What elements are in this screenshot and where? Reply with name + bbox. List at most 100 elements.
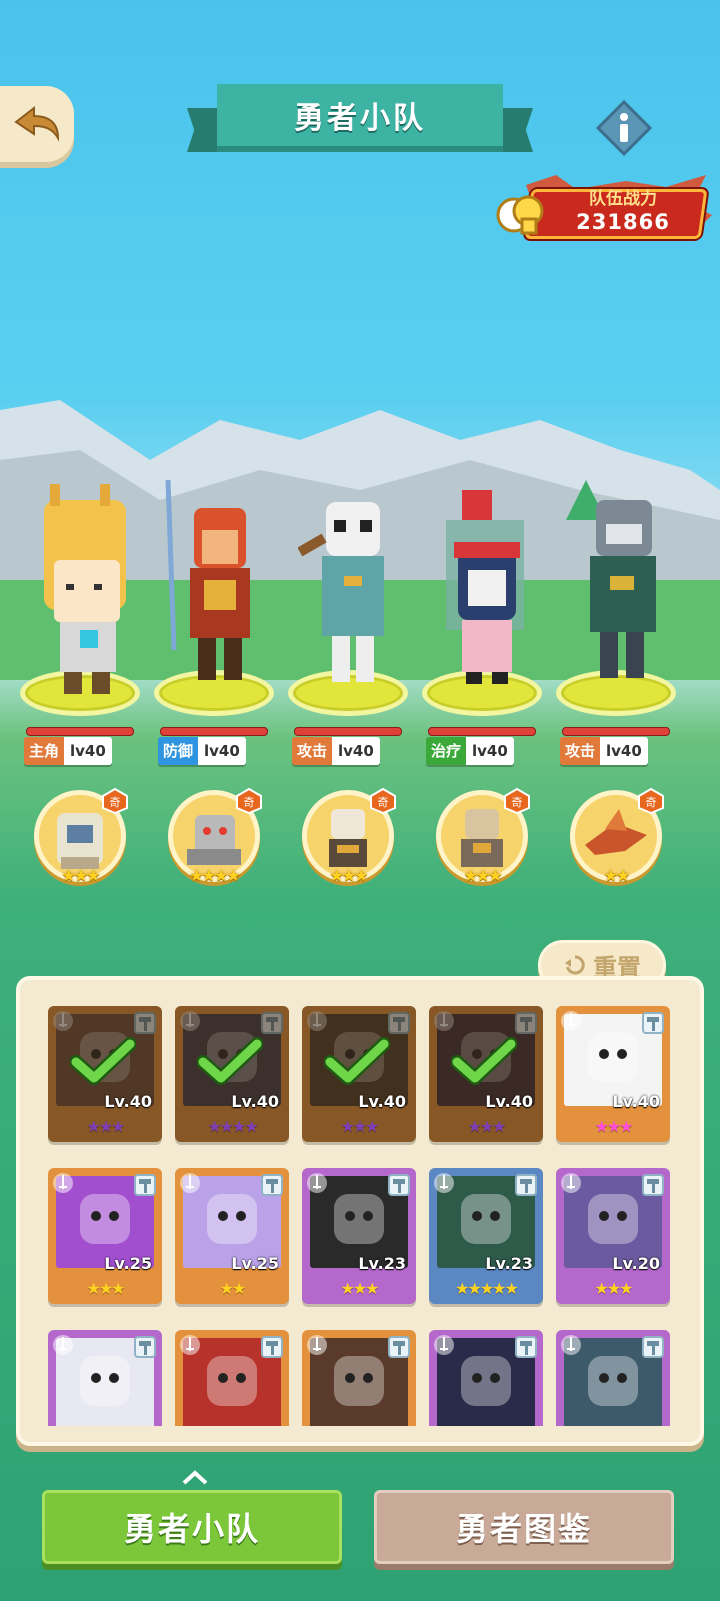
pet-badge-icon: 奇 <box>638 788 664 814</box>
hero-role-label: 主角 <box>24 737 65 765</box>
hero-level-label: lv40 <box>332 737 380 765</box>
team-power-label: 队伍战力 <box>589 189 657 209</box>
hero-card[interactable]: Lv.23 ★★★ <box>302 1168 416 1304</box>
hammer-icon <box>515 1336 537 1358</box>
hero-card[interactable] <box>556 1330 670 1426</box>
hammer-icon <box>134 1174 156 1196</box>
hero-card[interactable] <box>302 1330 416 1426</box>
hero-card-stars: ★★★★ <box>207 1117 258 1136</box>
hammer-icon <box>515 1174 537 1196</box>
page-title: 勇者小队 <box>217 84 503 146</box>
sword-class-icon <box>434 1335 454 1355</box>
hero-card[interactable]: Lv.40 ★★★ <box>429 1006 543 1142</box>
hero-card-level: Lv.23 <box>485 1254 533 1273</box>
pet-badge-icon: 奇 <box>236 788 262 814</box>
team-power-banner: 队伍战力 231866 <box>496 175 716 245</box>
sword-class-icon <box>561 1173 581 1193</box>
hero-panda-avatar <box>298 502 384 682</box>
sword-class-icon <box>307 1335 327 1355</box>
hero-card-level: Lv.40 <box>485 1092 533 1111</box>
hammer-icon <box>642 1174 664 1196</box>
hero-role-label: 防御 <box>158 737 199 765</box>
hero-card-stars: ★★★★★ <box>455 1279 519 1298</box>
tab-hero-team[interactable]: 勇者小队 <box>42 1490 342 1564</box>
svg-text:奇: 奇 <box>512 796 523 809</box>
checkmark-icon <box>70 1037 136 1085</box>
back-arrow-icon <box>14 105 60 142</box>
chevron-up-icon <box>182 1470 208 1485</box>
hammer-icon <box>388 1174 410 1196</box>
hero-level-label: lv40 <box>64 737 112 765</box>
back-button[interactable] <box>0 86 74 162</box>
tab-hero-codex-label: 勇者图鉴 <box>455 1510 592 1548</box>
title-ribbon: 勇者小队 <box>187 84 533 158</box>
hero-level-label: lv40 <box>600 737 648 765</box>
pet-badge-icon: 奇 <box>504 788 530 814</box>
pet-stars: ★★★ <box>463 866 502 885</box>
hero-card[interactable]: Lv.40 ★★★ <box>302 1006 416 1142</box>
svg-text:奇: 奇 <box>646 796 657 809</box>
sword-class-icon <box>561 1011 581 1031</box>
hero-card-level: Lv.40 <box>358 1092 406 1111</box>
checkmark-icon <box>324 1037 390 1085</box>
tab-hero-team-label: 勇者小队 <box>123 1510 260 1548</box>
hammer-icon <box>261 1336 283 1358</box>
hero-card[interactable]: Lv.25 ★★★ <box>48 1168 162 1304</box>
hero-giraffe-avatar <box>44 484 126 694</box>
sword-class-icon <box>307 1173 327 1193</box>
pet-stars: ★★★ <box>61 866 100 885</box>
sword-class-icon <box>180 1173 200 1193</box>
checkmark-icon <box>451 1037 517 1085</box>
hammer-icon <box>642 1336 664 1358</box>
hero-card-stars: ★★★ <box>594 1117 633 1136</box>
hero-card[interactable]: Lv.23 ★★★★★ <box>429 1168 543 1304</box>
hero-card-level: Lv.25 <box>231 1254 279 1273</box>
hammer-icon <box>642 1012 664 1034</box>
pet-stars: ★★★★ <box>189 866 240 885</box>
hero-card[interactable]: Lv.40 ★★★ <box>48 1006 162 1142</box>
hero-level-label: lv40 <box>466 737 514 765</box>
info-icon <box>595 99 653 157</box>
hero-penguin-avatar <box>446 490 524 684</box>
hero-card-stars: ★★★ <box>340 1117 379 1136</box>
hero-card[interactable]: Lv.20 ★★★ <box>556 1168 670 1304</box>
hero-card-stars: ★★★ <box>594 1279 633 1298</box>
hero-card-stars: ★★★ <box>340 1279 379 1298</box>
hero-card[interactable] <box>429 1330 543 1426</box>
info-button[interactable] <box>595 99 653 157</box>
hero-card-level: Lv.20 <box>612 1254 660 1273</box>
hero-card[interactable] <box>48 1330 162 1426</box>
hero-card-level: Lv.40 <box>612 1092 660 1111</box>
checkmark-icon <box>197 1037 263 1085</box>
team-power-value: 231866 <box>576 210 670 234</box>
hero-card-stars: ★★★ <box>467 1117 506 1136</box>
hero-level-label: lv40 <box>198 737 246 765</box>
hammer-icon <box>261 1174 283 1196</box>
hero-card-level: Lv.40 <box>231 1092 279 1111</box>
pet-stars: ★★ <box>603 866 631 885</box>
hero-card-level: Lv.23 <box>358 1254 406 1273</box>
hero-card-level: Lv.25 <box>104 1254 152 1273</box>
tab-hero-codex[interactable]: 勇者图鉴 <box>374 1490 674 1564</box>
hero-roster-panel: Lv.40 ★★★ Lv.40 ★★★★ Lv.40 ★★★ Lv.40 ★★★ Lv.40 ★★… <box>16 976 704 1446</box>
reset-icon <box>565 955 585 975</box>
sword-class-icon <box>561 1335 581 1355</box>
hero-role-label: 治疗 <box>426 737 467 765</box>
hero-card-grid: Lv.40 ★★★ Lv.40 ★★★★ Lv.40 ★★★ Lv.40 ★★★ Lv.40 ★★… <box>48 1006 680 1426</box>
hero-card-level: Lv.40 <box>104 1092 152 1111</box>
hero-card[interactable]: Lv.25 ★★ <box>175 1168 289 1304</box>
svg-text:奇: 奇 <box>378 796 389 809</box>
svg-text:奇: 奇 <box>110 796 121 809</box>
hero-role-label: 攻击 <box>292 737 333 765</box>
pet-stars: ★★★ <box>329 866 368 885</box>
hero-card[interactable] <box>175 1330 289 1426</box>
sword-class-icon <box>53 1173 73 1193</box>
hero-monkey-king-avatar <box>165 480 250 680</box>
hero-card[interactable]: Lv.40 ★★★★ <box>175 1006 289 1142</box>
sword-class-icon <box>434 1173 454 1193</box>
hero-card[interactable]: Lv.40 ★★★ <box>556 1006 670 1142</box>
hero-role-label: 攻击 <box>560 737 601 765</box>
hero-card-stars: ★★ <box>219 1279 247 1298</box>
hammer-icon <box>388 1336 410 1358</box>
sword-class-icon <box>53 1335 73 1355</box>
